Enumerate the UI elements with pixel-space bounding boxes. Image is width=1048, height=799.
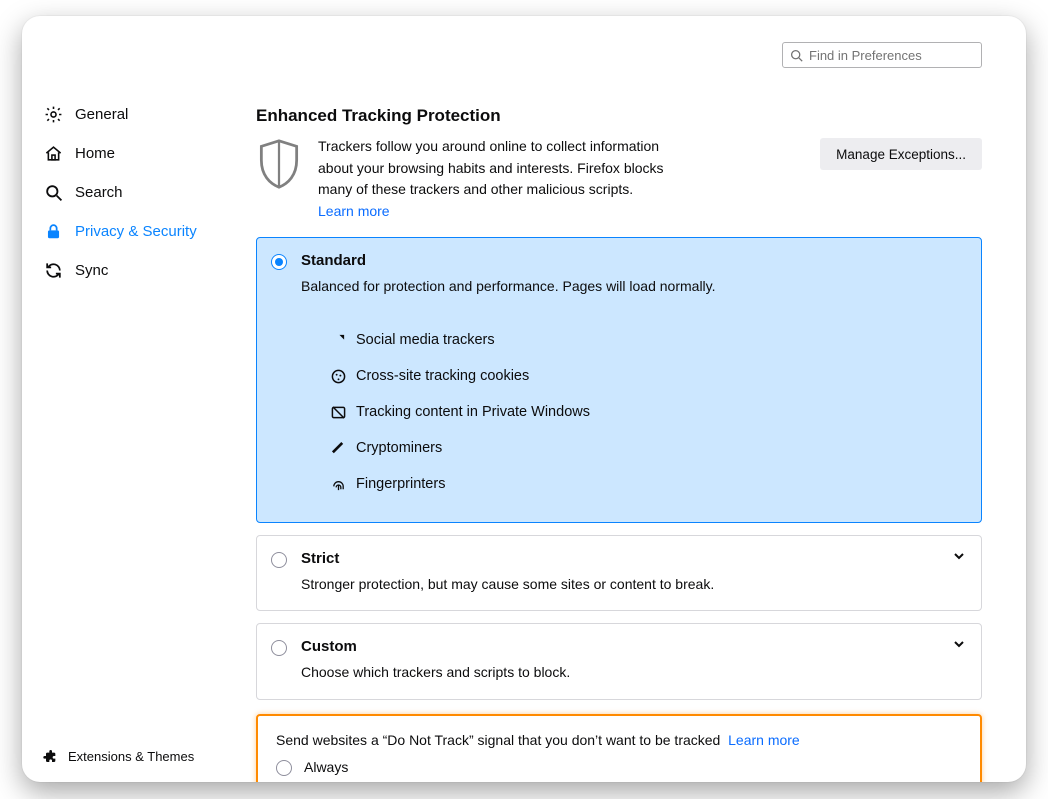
sidebar-item-label: General: [75, 106, 128, 123]
radio-strict[interactable]: [271, 552, 287, 568]
option-standard-subtitle: Balanced for protection and performance.…: [257, 276, 981, 312]
search-icon: [44, 183, 63, 202]
section-title: Enhanced Tracking Protection: [256, 106, 982, 126]
sidebar-item-sync[interactable]: Sync: [32, 252, 248, 289]
manage-exceptions-button[interactable]: Manage Exceptions...: [820, 138, 982, 170]
home-icon: [44, 144, 63, 163]
dnt-description: Send websites a “Do Not Track” signal th…: [276, 732, 720, 748]
puzzle-icon: [42, 748, 58, 764]
search-icon: [790, 49, 803, 62]
sidebar-item-privacy-security[interactable]: Privacy & Security: [32, 213, 248, 250]
social-trackers-icon: [331, 333, 346, 348]
cryptominer-icon: [331, 441, 346, 456]
sidebar-item-search[interactable]: Search: [32, 174, 248, 211]
lock-icon: [44, 222, 63, 241]
option-strict-title: Strict: [301, 550, 339, 567]
dnt-learn-more-link[interactable]: Learn more: [728, 732, 800, 748]
chevron-down-icon: [953, 638, 965, 650]
sidebar-footer-extensions[interactable]: Extensions & Themes: [30, 748, 250, 782]
sidebar: General Home Search: [22, 80, 250, 782]
search-input[interactable]: Find in Preferences: [782, 42, 982, 68]
radio-standard[interactable]: [271, 254, 287, 270]
gear-icon: [44, 105, 63, 124]
dnt-section: Send websites a “Do Not Track” signal th…: [256, 714, 982, 782]
learn-more-link[interactable]: Learn more: [318, 203, 390, 219]
dnt-always-label: Always: [304, 759, 348, 775]
sidebar-item-home[interactable]: Home: [32, 135, 248, 172]
sync-icon: [44, 261, 63, 280]
main-content: Enhanced Tracking Protection Trackers fo…: [250, 80, 1026, 782]
option-standard-card[interactable]: Standard Balanced for protection and per…: [256, 237, 982, 523]
list-item: Tracking content in Private Windows: [331, 394, 961, 430]
option-custom-subtitle: Choose which trackers and scripts to blo…: [257, 662, 981, 698]
option-custom-card[interactable]: Custom Choose which trackers and scripts…: [256, 623, 982, 699]
cookie-icon: [331, 369, 346, 384]
etp-header: Trackers follow you around online to col…: [256, 136, 982, 223]
etp-description-block: Trackers follow you around online to col…: [318, 136, 698, 223]
search-placeholder: Find in Preferences: [809, 48, 922, 63]
etp-description: Trackers follow you around online to col…: [318, 138, 664, 197]
sidebar-item-label: Sync: [75, 262, 108, 279]
option-custom-title: Custom: [301, 638, 357, 655]
option-strict-card[interactable]: Strict Stronger protection, but may caus…: [256, 535, 982, 611]
sidebar-item-label: Search: [75, 184, 123, 201]
standard-blocked-list: Social media trackers Cross-site trackin…: [257, 312, 981, 522]
radio-custom[interactable]: [271, 640, 287, 656]
chevron-down-icon: [953, 550, 965, 562]
list-item: Cross-site tracking cookies: [331, 358, 961, 394]
sidebar-item-label: Home: [75, 145, 115, 162]
shield-icon: [256, 138, 302, 190]
dnt-option-always[interactable]: Always: [276, 758, 962, 776]
radio-dnt-always[interactable]: [276, 760, 292, 776]
list-item: Fingerprinters: [331, 466, 961, 502]
fingerprint-icon: [331, 477, 346, 492]
sidebar-item-label: Privacy & Security: [75, 223, 197, 240]
list-item: Social media trackers: [331, 322, 961, 358]
list-item: Cryptominers: [331, 430, 961, 466]
option-standard-title: Standard: [301, 252, 366, 269]
sidebar-footer-label: Extensions & Themes: [68, 749, 194, 764]
tracking-content-icon: [331, 405, 346, 420]
top-bar: Find in Preferences: [22, 16, 1026, 80]
sidebar-item-general[interactable]: General: [32, 96, 248, 133]
option-strict-subtitle: Stronger protection, but may cause some …: [257, 574, 981, 610]
